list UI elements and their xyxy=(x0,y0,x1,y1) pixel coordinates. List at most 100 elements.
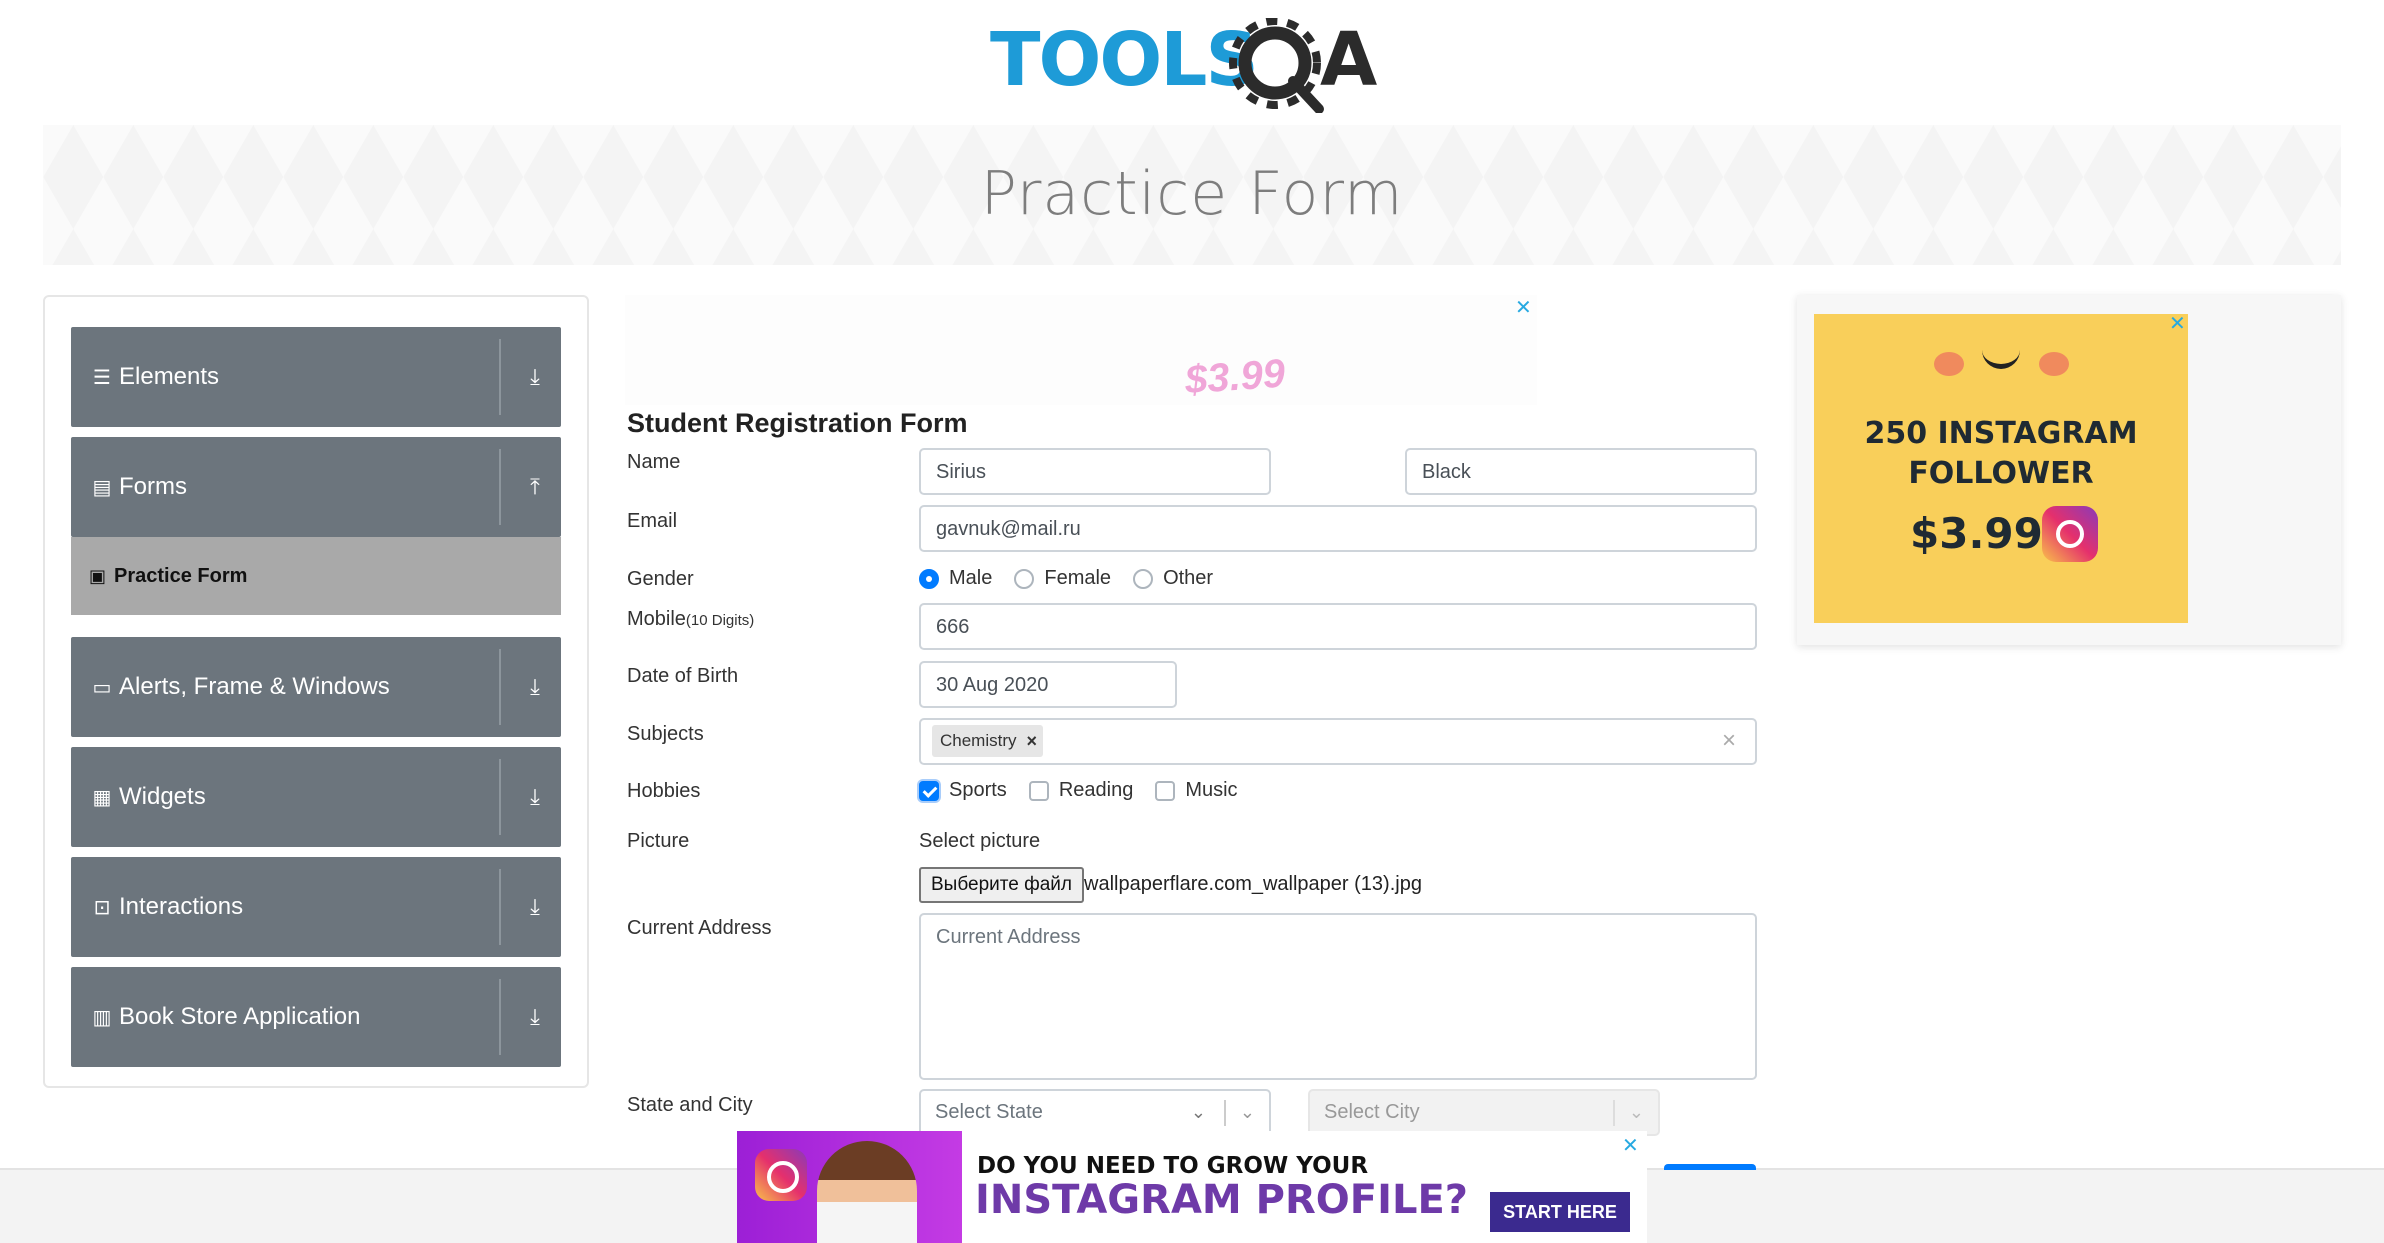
ad-card: 250 INSTAGRAM FOLLOWER $3.99 xyxy=(1814,314,2188,623)
state-select-indicators: ⌄ ⌄ xyxy=(1191,1091,1269,1134)
hobbies-label: Hobbies xyxy=(627,780,701,802)
divider xyxy=(499,759,501,835)
gender-option-male[interactable]: Male xyxy=(919,567,992,590)
document-icon: ▤ xyxy=(92,476,112,499)
upload-arrow-icon[interactable]: ⤒ xyxy=(523,474,547,500)
email-input[interactable]: gavnuk@mail.ru xyxy=(919,505,1757,552)
toolsqa-logo-graphic: TOOLS A xyxy=(990,17,1377,114)
radio-button[interactable] xyxy=(1014,568,1035,589)
form-icon: ▣ xyxy=(89,565,107,586)
chevron-down-icon: ⌄ xyxy=(1628,1102,1644,1122)
ad-cheek-right xyxy=(2039,352,2069,376)
svg-text:TOOLS: TOOLS xyxy=(990,18,1257,103)
sidebar-group-alerts[interactable]: ▭ Alerts, Frame & Windows ⤓ xyxy=(71,637,561,737)
state-city-label: State and City xyxy=(627,1094,753,1116)
subjects-label: Subjects xyxy=(627,723,704,745)
divider xyxy=(499,449,501,525)
checkbox[interactable] xyxy=(1028,780,1049,801)
toolsqa-logo[interactable]: TOOLS A xyxy=(990,17,1400,114)
state-select-placeholder: Select State xyxy=(935,1101,1043,1123)
close-icon[interactable]: ✕ xyxy=(1515,295,1532,320)
dob-label: Date of Birth xyxy=(627,665,739,687)
checkbox[interactable] xyxy=(1155,780,1176,801)
address-label: Current Address xyxy=(627,917,772,939)
sidebar-group-elements[interactable]: ☰ Elements ⤓ xyxy=(71,327,561,427)
radio-button[interactable] xyxy=(919,568,939,589)
ad-subheadline: INSTAGRAM PROFILE? xyxy=(975,1177,1468,1223)
checkbox[interactable] xyxy=(919,780,939,801)
subjects-input[interactable] xyxy=(919,718,1757,765)
checkbox-label: Music xyxy=(1185,779,1238,801)
select-picture-label: Select picture xyxy=(919,830,1041,852)
mobile-input[interactable]: 666 xyxy=(919,603,1757,650)
right-ad[interactable]: 250 INSTAGRAM FOLLOWER $3.99 ✕ xyxy=(1797,295,2341,645)
window-icon: ▭ xyxy=(92,676,112,699)
choose-file-button[interactable]: Выберите файл xyxy=(919,867,1084,903)
ad-line-2: FOLLOWER xyxy=(1908,456,2094,491)
email-label: Email xyxy=(627,510,678,532)
ad-text: 250 INSTAGRAM FOLLOWER xyxy=(1814,414,2188,494)
divider xyxy=(1223,1099,1226,1126)
clear-all-icon[interactable]: × xyxy=(1722,727,1736,755)
hobby-option-sports[interactable]: Sports xyxy=(919,779,1007,802)
first-name-input[interactable]: Sirius xyxy=(919,448,1271,495)
hobby-option-music[interactable]: Music xyxy=(1155,779,1238,802)
divider xyxy=(1612,1099,1615,1126)
instagram-icon xyxy=(755,1149,807,1201)
remove-subject-icon[interactable]: × xyxy=(1027,731,1038,752)
widgets-icon: ▦ xyxy=(92,786,112,809)
ad-image-block xyxy=(737,1131,962,1243)
top-ad-banner[interactable]: $3.99 ✕ xyxy=(625,295,1537,405)
page-title: Practice Form xyxy=(980,159,1404,229)
submit-button[interactable] xyxy=(1664,1164,1756,1170)
mobile-label: Mobile(10 Digits) xyxy=(627,608,754,631)
instagram-icon-lens xyxy=(2056,520,2084,548)
checkbox-label: Reading xyxy=(1058,779,1134,801)
subject-chip-label: Chemistry xyxy=(940,731,1017,750)
current-address-textarea[interactable]: Current Address xyxy=(919,913,1757,1080)
divider xyxy=(499,979,501,1055)
download-arrow-icon[interactable]: ⤓ xyxy=(523,1004,547,1030)
radio-label: Other xyxy=(1163,567,1214,589)
city-select[interactable]: Select City ⌄ xyxy=(1308,1089,1660,1136)
hobby-option-reading[interactable]: Reading xyxy=(1028,779,1134,802)
radio-label: Male xyxy=(949,567,993,589)
sidebar-group-widgets[interactable]: ▦ Widgets ⤓ xyxy=(71,747,561,847)
city-select-indicators: ⌄ xyxy=(1612,1091,1658,1134)
mobile-hint: (10 Digits) xyxy=(685,612,755,629)
radio-button[interactable] xyxy=(1133,568,1154,589)
chevron-down-icon: ⌄ xyxy=(1239,1102,1255,1122)
sidebar-group-forms[interactable]: ▤ Forms ⤒ xyxy=(71,437,561,537)
gender-option-other[interactable]: Other xyxy=(1133,567,1213,590)
picture-label: Picture xyxy=(627,830,690,852)
chevron-down-icon: ⌄ xyxy=(1190,1102,1206,1122)
divider xyxy=(499,869,501,945)
start-here-button[interactable]: START HERE xyxy=(1490,1192,1630,1232)
sidebar-group-label: Book Store Application xyxy=(119,1003,361,1030)
menu-icon: ☰ xyxy=(93,366,111,389)
sidebar-group-label: Forms xyxy=(119,473,187,500)
smile-icon xyxy=(1982,349,2020,369)
ad-cheek-left xyxy=(1934,352,1964,376)
download-arrow-icon[interactable]: ⤓ xyxy=(523,784,547,810)
download-arrow-icon[interactable]: ⤓ xyxy=(523,674,547,700)
close-icon[interactable]: ✕ xyxy=(2169,311,2186,336)
instagram-icon xyxy=(2042,506,2098,562)
sidebar-group-book-store[interactable]: ▥ Book Store Application ⤓ xyxy=(71,967,561,1067)
last-name-input[interactable]: Black xyxy=(1405,448,1757,495)
checkbox-label: Sports xyxy=(949,779,1007,801)
sidebar-item-practice-form[interactable]: ▣ Practice Form xyxy=(71,537,561,615)
ad-line-1: 250 INSTAGRAM xyxy=(1864,416,2138,451)
state-select[interactable]: Select State ⌄ ⌄ xyxy=(919,1089,1271,1136)
sidebar-group-interactions[interactable]: ⊡ Interactions ⤓ xyxy=(71,857,561,957)
name-label: Name xyxy=(627,451,681,473)
download-arrow-icon[interactable]: ⤓ xyxy=(523,364,547,390)
gender-option-female[interactable]: Female xyxy=(1014,567,1111,590)
divider xyxy=(499,649,501,725)
close-icon[interactable]: ✕ xyxy=(1622,1133,1639,1158)
city-select-placeholder: Select City xyxy=(1324,1101,1420,1123)
bottom-ad-banner[interactable]: DO YOU NEED TO GROW YOUR INSTAGRAM PROFI… xyxy=(737,1131,1647,1243)
download-arrow-icon[interactable]: ⤓ xyxy=(523,894,547,920)
date-of-birth-input[interactable]: 30 Aug 2020 xyxy=(919,661,1177,708)
gender-radio-group: Male Female Other xyxy=(919,567,1235,590)
